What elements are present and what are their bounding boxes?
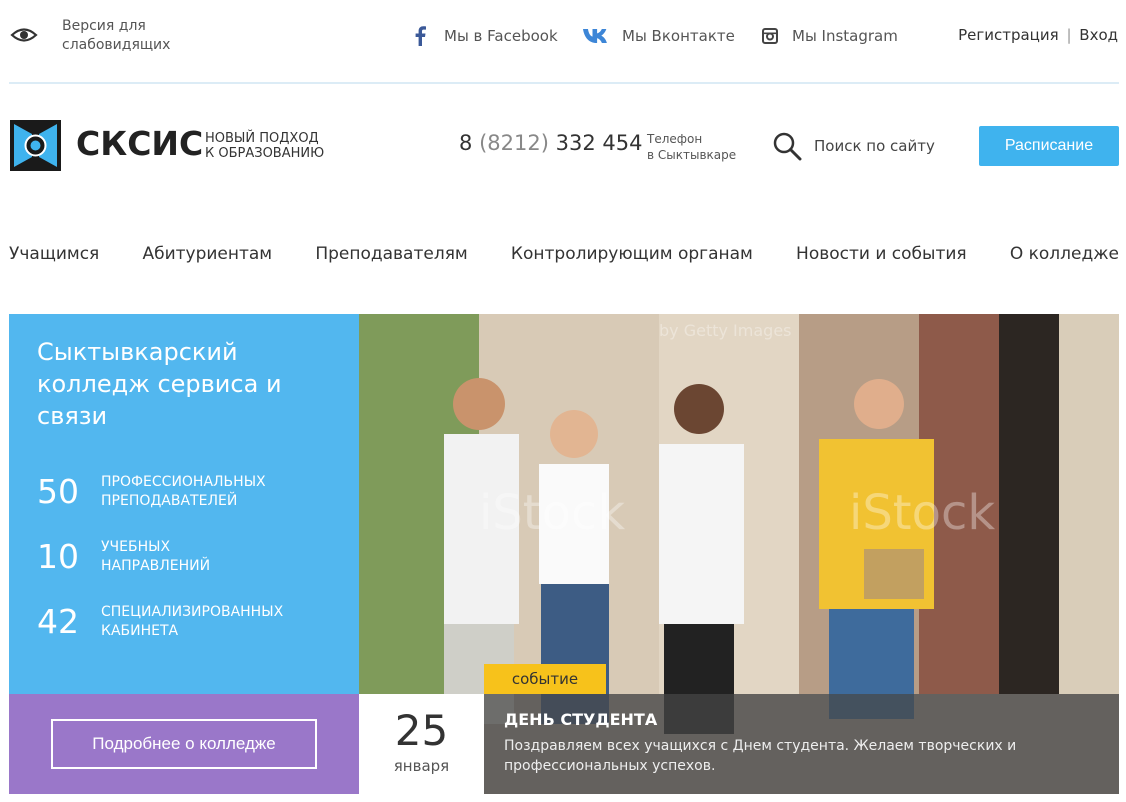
phone-label: Телефон в Сыктывкаре	[647, 131, 736, 163]
college-info-panel: Сыктывкарский колледж сервиса и связи 50…	[9, 314, 359, 694]
watermark-1: iStock	[479, 485, 625, 541]
auth-separator: |	[1066, 26, 1072, 44]
brand-name[interactable]: СКСИС	[76, 124, 203, 163]
facebook-link[interactable]: Мы в Facebook	[410, 26, 558, 46]
stat-number: 50	[37, 472, 79, 511]
event-description: Поздравляем всех учащихся с Днем студент…	[504, 738, 1017, 774]
stat-label-line2: НАПРАВЛЕНИЙ	[101, 557, 211, 574]
stat-label-line1: ПРОФЕССИОНАЛЬНЫХ	[101, 473, 266, 490]
search-label: Поиск по сайту	[814, 137, 935, 155]
event-card[interactable]: ДЕНЬ СТУДЕНТА Поздравляем всех учащихся …	[484, 694, 1119, 794]
nav-item-news[interactable]: Новости и события	[796, 244, 967, 264]
main-nav: Учащимся Абитуриентам Преподавателям Кон…	[9, 244, 1119, 264]
phone-prefix: 8	[459, 131, 473, 155]
phone-label-line1: Телефон	[647, 132, 703, 146]
event-month: января	[393, 757, 450, 775]
vk-icon	[582, 26, 608, 46]
phone-label-line2: в Сыктывкаре	[647, 148, 737, 162]
brand-tagline: НОВЫЙ ПОДХОД К ОБРАЗОВАНИЮ	[205, 131, 324, 161]
tagline-line1: НОВЫЙ ПОДХОД	[205, 131, 319, 146]
phone-number[interactable]: 8 (8212) 332 454	[459, 131, 642, 155]
schedule-button[interactable]: Расписание	[979, 126, 1119, 166]
nav-item-about[interactable]: О колледже	[1010, 244, 1119, 264]
stat-label-line1: УЧЕБНЫХ	[101, 538, 171, 555]
vk-label: Мы Вконтакте	[622, 27, 735, 45]
hero-section: iStock iStock by Getty Images Сыктывкарс…	[9, 314, 1119, 794]
stat-classrooms: 42 СПЕЦИАЛИЗИРОВАННЫХ КАБИНЕТА	[37, 602, 283, 641]
hero-title: Сыктывкарский колледж сервиса и связи	[37, 338, 282, 430]
nav-item-teachers[interactable]: Преподавателям	[315, 244, 467, 264]
register-link[interactable]: Регистрация	[958, 26, 1059, 44]
facebook-icon	[410, 26, 430, 46]
stat-label-line2: КАБИНЕТА	[101, 622, 179, 639]
stat-teachers: 50 ПРОФЕССИОНАЛЬНЫХ ПРЕПОДАВАТЕЛЕЙ	[37, 472, 266, 511]
nav-item-supervisors[interactable]: Контролирующим органам	[511, 244, 753, 264]
stat-label-line1: СПЕЦИАЛИЗИРОВАННЫХ	[101, 603, 284, 620]
top-bar: Версия для слабовидящих Мы в Facebook Мы…	[0, 0, 1126, 82]
nav-item-applicants[interactable]: Абитуриентам	[142, 244, 272, 264]
eye-icon[interactable]	[10, 22, 38, 48]
phone-digits: 332 454	[555, 131, 643, 155]
stat-number: 42	[37, 602, 79, 641]
facebook-label: Мы в Facebook	[444, 27, 558, 45]
top-divider	[9, 82, 1119, 84]
event-day: 25	[394, 706, 449, 755]
search-icon	[773, 132, 802, 161]
event-title[interactable]: ДЕНЬ СТУДЕНТА	[504, 710, 657, 729]
vk-link[interactable]: Мы Вконтакте	[582, 26, 735, 46]
more-panel: Подробнее о колледже	[9, 694, 359, 794]
watermark-2: iStock	[849, 485, 995, 541]
stat-label: ПРОФЕССИОНАЛЬНЫХ ПРЕПОДАВАТЕЛЕЙ	[101, 473, 266, 511]
auth-links: Регистрация | Вход	[958, 26, 1118, 44]
stat-number: 10	[37, 537, 79, 576]
stat-directions: 10 УЧЕБНЫХ НАПРАВЛЕНИЙ	[37, 537, 210, 576]
instagram-label: Мы Instagram	[792, 27, 898, 45]
stat-label: УЧЕБНЫХ НАПРАВЛЕНИЙ	[101, 538, 210, 576]
stat-label: СПЕЦИАЛИЗИРОВАННЫХ КАБИНЕТА	[101, 603, 283, 641]
stat-label-line2: ПРЕПОДАВАТЕЛЕЙ	[101, 492, 238, 509]
nav-item-students[interactable]: Учащимся	[9, 244, 99, 264]
logo-mark-icon[interactable]	[10, 120, 61, 171]
watermark-sub: by Getty Images	[659, 321, 792, 340]
instagram-link[interactable]: Мы Instagram	[762, 26, 898, 46]
vision-version-link[interactable]: Версия для слабовидящих	[62, 17, 202, 55]
login-link[interactable]: Вход	[1079, 26, 1118, 44]
tagline-line2: К ОБРАЗОВАНИЮ	[205, 146, 325, 161]
instagram-icon	[762, 26, 778, 46]
event-date: 25 января	[359, 694, 484, 794]
phone-code: (8212)	[479, 131, 549, 155]
event-tag-badge: событие	[484, 664, 606, 694]
site-search[interactable]: Поиск по сайту	[772, 131, 935, 161]
more-about-college-button[interactable]: Подробнее о колледже	[51, 719, 317, 769]
